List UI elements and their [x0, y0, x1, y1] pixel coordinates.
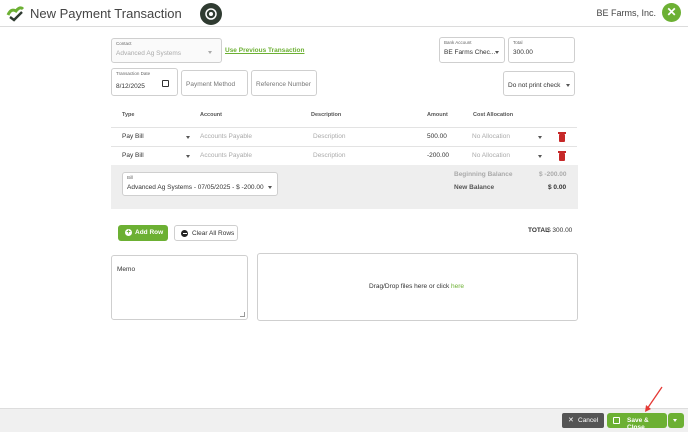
row-cost-allocation-select[interactable]: No Allocation	[472, 152, 510, 159]
save-icon	[613, 417, 620, 424]
row-type-select[interactable]: Pay Bill	[122, 152, 144, 159]
settings-wheel-icon[interactable]	[200, 3, 222, 25]
contact-select[interactable]: Contact Advanced Ag Systems	[111, 38, 222, 63]
close-icon[interactable]: ✕	[662, 3, 681, 22]
payment-method-field[interactable]: Payment Method	[181, 70, 248, 96]
add-row-button[interactable]: + Add Row	[118, 225, 168, 241]
table-row: Pay Bill Accounts Payable Description 50…	[111, 128, 578, 146]
beginning-balance-value: $ -200.00	[539, 171, 567, 178]
chevron-down-icon	[538, 155, 542, 158]
cancel-button[interactable]: ✕ Cancel	[562, 413, 604, 428]
chevron-down-icon	[186, 155, 190, 158]
reference-number-field[interactable]: Reference Number	[251, 70, 317, 96]
row-amount-field[interactable]: 500.00	[427, 133, 447, 140]
close-icon: ✕	[568, 417, 574, 424]
row-type-select[interactable]: Pay Bill	[122, 133, 144, 140]
header-divider	[0, 26, 688, 27]
bill-select[interactable]: Bill Advanced Ag Systems - 07/05/2025 - …	[122, 172, 278, 196]
chevron-down-icon	[495, 51, 499, 54]
table-row: Pay Bill Accounts Payable Description -2…	[111, 147, 578, 165]
column-header-account: Account	[200, 112, 222, 118]
logo-icon	[6, 5, 25, 22]
bank-account-select[interactable]: Bank Account BE Farms Chec...	[439, 37, 505, 63]
dropzone-here-link[interactable]: here	[451, 283, 464, 290]
row-amount-field[interactable]: -200.00	[427, 152, 449, 159]
chevron-down-icon	[673, 419, 677, 422]
column-header-description: Description	[311, 112, 342, 118]
company-name: BE Farms, Inc.	[596, 8, 656, 18]
arrow-annotation-icon	[645, 386, 663, 412]
resize-handle-icon[interactable]	[240, 312, 245, 317]
chevron-down-icon	[566, 84, 570, 87]
save-options-dropdown[interactable]	[668, 413, 684, 428]
save-close-button[interactable]: Save & Close	[607, 413, 667, 431]
chevron-down-icon	[186, 136, 190, 139]
column-header-type: Type	[122, 112, 135, 118]
minus-circle-icon	[181, 230, 188, 237]
row-account-field[interactable]: Accounts Payable	[200, 133, 252, 140]
bill-panel: Bill Advanced Ag Systems - 07/05/2025 - …	[111, 165, 578, 209]
file-dropzone[interactable]: Drag/Drop files here or click here	[257, 253, 578, 321]
trash-icon[interactable]	[558, 132, 566, 142]
chevron-down-icon	[208, 51, 212, 54]
column-header-amount: Amount	[427, 112, 448, 118]
chevron-down-icon	[538, 136, 542, 139]
total-field[interactable]: Total 300.00	[508, 37, 575, 63]
chevron-down-icon	[268, 186, 272, 189]
trash-icon[interactable]	[558, 151, 566, 161]
page-title: New Payment Transaction	[30, 6, 182, 21]
row-description-field[interactable]: Description	[313, 133, 346, 140]
column-header-cost-allocation: Cost Allocation	[473, 112, 514, 118]
transaction-date-field[interactable]: Transaction Date 8/12/2025	[111, 68, 178, 96]
new-balance-value: $ 0.00	[548, 184, 567, 191]
use-previous-transaction-link[interactable]: Use Previous Transaction	[225, 47, 304, 54]
clear-all-rows-button[interactable]: Clear All Rows	[174, 225, 238, 241]
row-account-field[interactable]: Accounts Payable	[200, 152, 252, 159]
row-description-field[interactable]: Description	[313, 152, 346, 159]
new-balance-label: New Balance	[454, 184, 495, 191]
beginning-balance-label: Beginning Balance	[454, 171, 513, 178]
total-label: TOTAL	[528, 227, 550, 234]
memo-textarea[interactable]: Memo	[111, 255, 248, 320]
total-value: $ 300.00	[547, 227, 573, 234]
row-cost-allocation-select[interactable]: No Allocation	[472, 133, 510, 140]
calendar-icon[interactable]	[162, 80, 169, 87]
plus-circle-icon: +	[125, 229, 132, 236]
print-check-select[interactable]: Do not print check	[503, 71, 575, 96]
